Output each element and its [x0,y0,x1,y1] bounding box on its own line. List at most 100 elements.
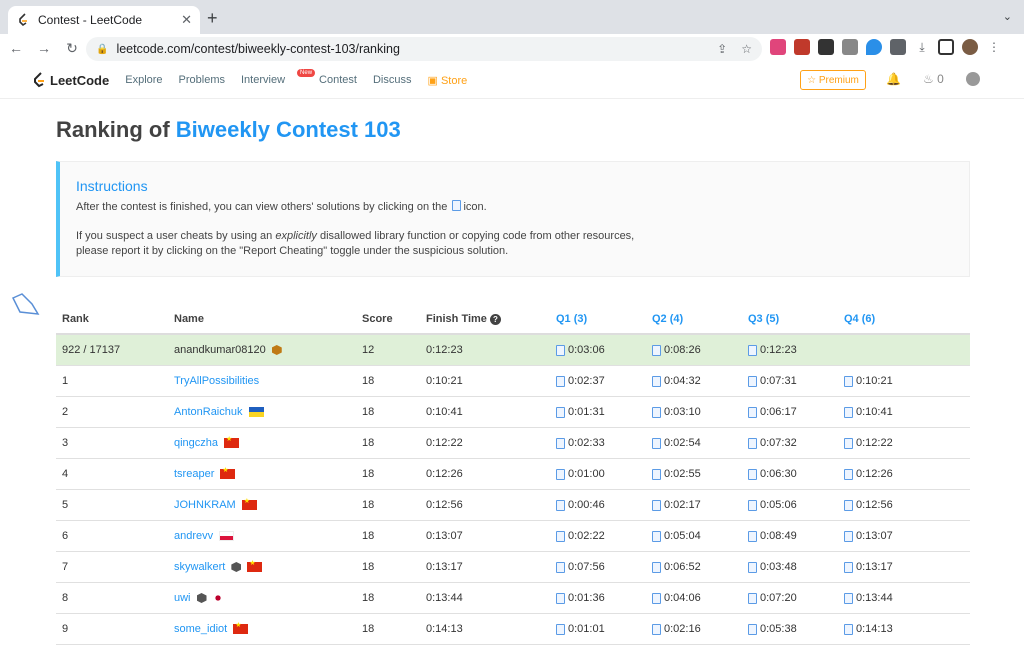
premium-button[interactable]: ☆ Premium [800,70,866,90]
nav-interview[interactable]: Interview New [241,68,316,87]
avatar[interactable] [962,39,978,55]
solution-file-icon[interactable] [652,375,661,387]
q4-cell[interactable]: 0:13:07 [844,530,940,542]
help-icon[interactable]: ? [489,314,501,325]
extension-icon[interactable] [866,39,882,55]
q3-cell[interactable]: 0:07:20 [748,592,844,604]
q1-cell[interactable]: 0:01:36 [556,592,652,604]
solution-file-icon[interactable] [748,344,757,356]
solution-file-icon[interactable] [652,530,661,542]
username-link[interactable]: anandkumar08120 [174,344,266,356]
extension-icon[interactable] [770,39,786,55]
solution-file-icon[interactable] [556,499,565,511]
solution-file-icon[interactable] [748,499,757,511]
forward-icon[interactable]: → [32,40,56,56]
nav-discuss[interactable]: Discuss [373,74,412,87]
q2-cell[interactable]: 0:03:10 [652,406,748,418]
q3-cell[interactable]: 0:07:32 [748,437,844,449]
solution-file-icon[interactable] [844,437,853,449]
q4-cell[interactable]: 0:12:22 [844,437,940,449]
nav-contest[interactable]: Contest [319,74,357,87]
menu-kebab-icon[interactable]: ⋮ [986,39,1002,55]
q1-cell[interactable]: 0:07:56 [556,561,652,573]
solution-file-icon[interactable] [556,530,565,542]
solution-file-icon[interactable] [556,344,565,356]
solution-file-icon[interactable] [844,561,853,573]
q4-cell[interactable]: 0:10:41 [844,406,940,418]
solution-file-icon[interactable] [556,468,565,480]
solution-file-icon[interactable] [844,468,853,480]
share-icon[interactable]: ⇪ [717,42,727,56]
bookmark-star-icon[interactable]: ☆ [741,42,752,56]
q3-cell[interactable]: 0:05:38 [748,623,844,635]
solution-file-icon[interactable] [556,406,565,418]
solution-file-icon[interactable] [748,468,757,480]
q1-cell[interactable]: 0:02:33 [556,437,652,449]
username-link[interactable]: JOHNKRAM [174,499,236,511]
extension-icon[interactable] [818,39,834,55]
q4-cell[interactable]: 0:10:21 [844,375,940,387]
q1-cell[interactable]: 0:01:00 [556,468,652,480]
solution-file-icon[interactable] [652,623,661,635]
solution-file-icon[interactable] [652,468,661,480]
lock-icon[interactable]: 🔒 [96,44,108,55]
q2-cell[interactable]: 0:02:54 [652,437,748,449]
solution-file-icon[interactable] [556,561,565,573]
bell-icon[interactable]: 🔔 [886,72,901,86]
coins-counter[interactable]: ♨ 0 [923,72,944,86]
q2-cell[interactable]: 0:04:32 [652,375,748,387]
solution-file-icon[interactable] [556,592,565,604]
sidepanel-icon[interactable] [938,39,954,55]
q1-cell[interactable]: 0:02:37 [556,375,652,387]
solution-file-icon[interactable] [844,406,853,418]
q4-cell[interactable]: 0:12:26 [844,468,940,480]
extension-icon[interactable] [794,39,810,55]
q1-cell[interactable]: 0:01:01 [556,623,652,635]
solution-file-icon[interactable] [652,406,661,418]
q3-cell[interactable]: 0:07:31 [748,375,844,387]
user-avatar-icon[interactable] [965,72,980,86]
username-link[interactable]: andrevv [174,530,213,542]
solution-file-icon[interactable] [748,437,757,449]
q4-cell[interactable]: 0:13:17 [844,561,940,573]
solution-file-icon[interactable] [556,437,565,449]
q4-cell[interactable]: 0:14:13 [844,623,940,635]
username-link[interactable]: qingczha [174,437,218,449]
q2-cell[interactable]: 0:08:26 [652,344,748,356]
extension-icon[interactable] [842,39,858,55]
username-link[interactable]: tsreaper [174,468,214,480]
q3-cell[interactable]: 0:06:17 [748,406,844,418]
url-text[interactable]: leetcode.com/contest/biweekly-contest-10… [116,42,399,56]
q1-cell[interactable]: 0:01:31 [556,406,652,418]
q3-cell[interactable]: 0:05:06 [748,499,844,511]
solution-file-icon[interactable] [748,530,757,542]
header-q2[interactable]: Q2 (4) [652,313,748,325]
solution-file-icon[interactable] [556,623,565,635]
q2-cell[interactable]: 0:05:04 [652,530,748,542]
back-icon[interactable]: ← [4,40,28,56]
username-link[interactable]: uwi [174,592,191,604]
q3-cell[interactable]: 0:06:30 [748,468,844,480]
solution-file-icon[interactable] [652,344,661,356]
solution-file-icon[interactable] [844,592,853,604]
username-link[interactable]: skywalkert [174,561,225,573]
q3-cell[interactable]: 0:08:49 [748,530,844,542]
q1-cell[interactable]: 0:00:46 [556,499,652,511]
header-q1[interactable]: Q1 (3) [556,313,652,325]
nav-problems[interactable]: Problems [179,74,225,87]
nav-store[interactable]: ▣ Store [427,74,467,87]
solution-file-icon[interactable] [652,437,661,449]
floating-feedback-icon[interactable] [10,290,42,318]
solution-file-icon[interactable] [748,623,757,635]
download-icon[interactable]: ⤓ [914,39,930,55]
username-link[interactable]: AntonRaichuk [174,406,243,418]
solution-file-icon[interactable] [748,375,757,387]
solution-file-icon[interactable] [844,530,853,542]
solution-file-icon[interactable] [748,561,757,573]
solution-file-icon[interactable] [652,592,661,604]
q4-cell[interactable]: 0:13:44 [844,592,940,604]
nav-explore[interactable]: Explore [125,74,162,87]
puzzle-icon[interactable] [890,39,906,55]
q1-cell[interactable]: 0:02:22 [556,530,652,542]
browser-tab[interactable]: Contest - LeetCode ✕ [8,6,200,34]
